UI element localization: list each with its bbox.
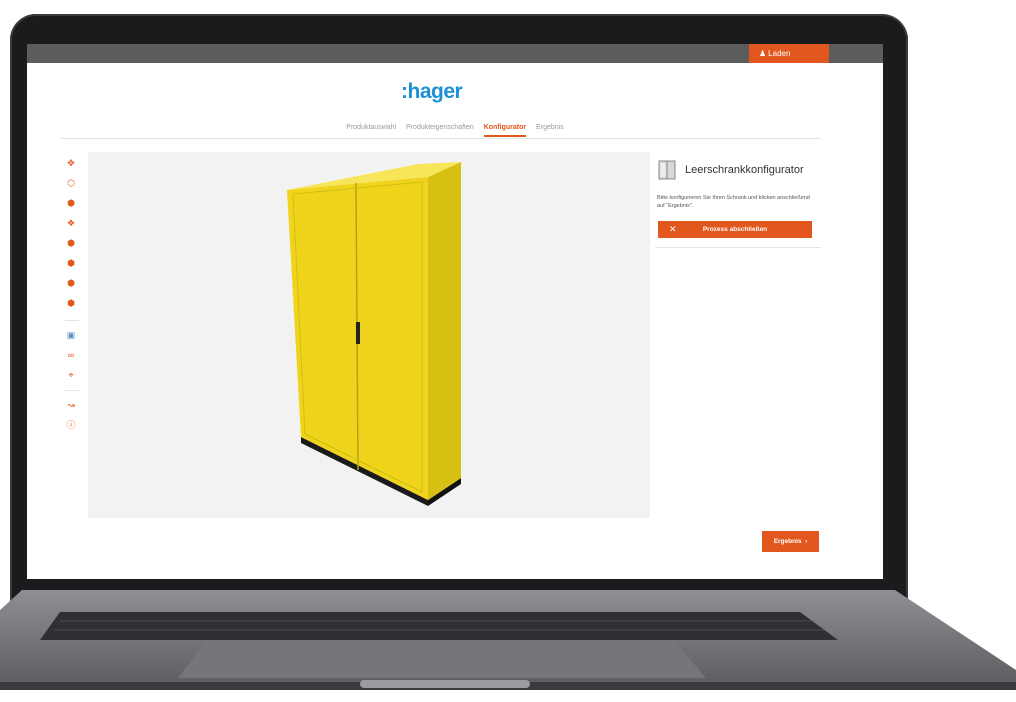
screenshot-icon[interactable]: ▣ bbox=[63, 328, 79, 342]
close-icon: ✕ bbox=[669, 224, 677, 234]
config-panel: Leerschrankkonfigurator Bitte konfigurie… bbox=[655, 152, 821, 252]
cube-front-icon[interactable]: ⬢ bbox=[63, 196, 79, 210]
help-icon[interactable]: ⓘ bbox=[63, 418, 79, 432]
cabinet-model bbox=[287, 162, 461, 506]
laptop-base bbox=[0, 590, 1016, 690]
cube-right-icon[interactable]: ⬢ bbox=[63, 256, 79, 270]
top-bar: ♟ Laden bbox=[27, 44, 883, 63]
cube-outline-icon[interactable]: ⬡ bbox=[63, 176, 79, 190]
tab-produktauswahl[interactable]: Produktauswahl bbox=[346, 124, 396, 135]
result-button[interactable]: Ergebnis › bbox=[762, 531, 819, 552]
sidebar-divider bbox=[65, 390, 79, 391]
link-icon[interactable]: ∞ bbox=[63, 348, 79, 362]
cube-left-icon[interactable]: ⬢ bbox=[63, 236, 79, 250]
cabinet-handle bbox=[356, 322, 360, 344]
tab-divider bbox=[61, 138, 821, 139]
cube-top-icon[interactable]: ❖ bbox=[63, 216, 79, 230]
3d-viewer[interactable] bbox=[88, 152, 650, 518]
load-button[interactable]: ♟ Laden bbox=[749, 44, 829, 63]
finish-process-label: Prozess abschließen bbox=[702, 226, 768, 233]
move-icon[interactable]: ✥ bbox=[63, 156, 79, 170]
tab-produkteigenschaften[interactable]: Produkteigenschaften bbox=[406, 124, 474, 135]
tab-ergebnis[interactable]: Ergebnis bbox=[536, 124, 564, 135]
app-screen: ♟ Laden :hager Produktauswahl Produkteige… bbox=[27, 44, 883, 579]
chevron-right-icon: › bbox=[803, 538, 808, 545]
cabinet-icon bbox=[658, 160, 676, 180]
load-button-label: Laden bbox=[768, 49, 791, 58]
measure-icon[interactable]: ⌖ bbox=[63, 368, 79, 382]
connection-icon[interactable]: ↝ bbox=[63, 398, 79, 412]
panel-description: Bitte konfigurieren Sie Ihren Schrank un… bbox=[657, 195, 810, 209]
result-button-label: Ergebnis bbox=[773, 538, 802, 545]
panel-divider bbox=[655, 247, 821, 248]
step-tabs: Produktauswahl Produkteigenschaften Konf… bbox=[27, 124, 883, 137]
finish-process-button[interactable]: ✕ Prozess abschließen bbox=[658, 221, 812, 238]
user-icon: ♟ bbox=[759, 49, 767, 58]
cube-back-icon[interactable]: ⬢ bbox=[63, 276, 79, 290]
cube-bottom-icon[interactable]: ⬢ bbox=[63, 296, 79, 310]
panel-title: Leerschrankkonfigurator bbox=[685, 164, 804, 176]
sidebar-divider bbox=[65, 320, 79, 321]
hager-logo: :hager bbox=[401, 80, 463, 103]
tab-konfigurator[interactable]: Konfigurator bbox=[483, 124, 527, 137]
